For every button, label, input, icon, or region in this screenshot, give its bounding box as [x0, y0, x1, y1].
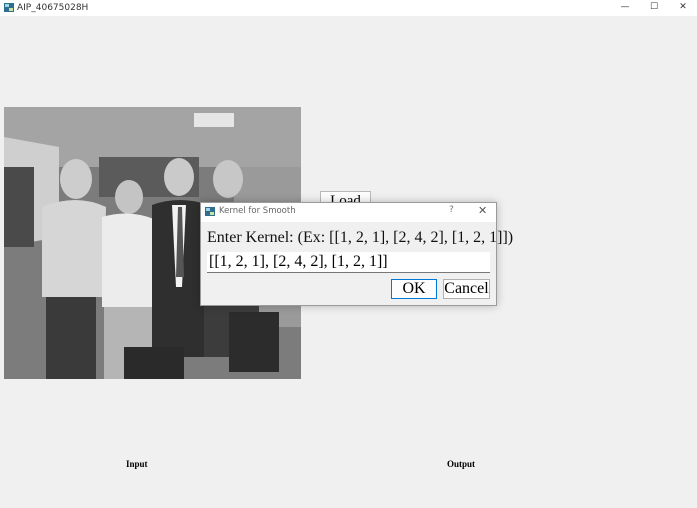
output-label: Output — [447, 459, 476, 469]
input-label: Input — [126, 459, 148, 469]
dialog-app-icon — [205, 207, 215, 216]
maximize-button[interactable]: ☐ — [640, 0, 668, 16]
minimize-button[interactable]: — — [611, 0, 639, 16]
window-title: AIP_40675028H — [17, 3, 89, 13]
kernel-dialog: Kernel for Smooth ? ✕ Enter Kernel: (Ex:… — [200, 202, 513, 306]
dialog-title: Kernel for Smooth — [219, 206, 296, 216]
kernel-prompt: Enter Kernel: (Ex: [[1, 2, 1], [2, 4, 2]… — [207, 229, 514, 246]
dialog-titlebar: Kernel for Smooth ? ✕ — [201, 203, 496, 222]
kernel-input[interactable] — [207, 252, 490, 273]
ok-button[interactable]: OK — [391, 279, 437, 299]
window-titlebar: AIP_40675028H — ☐ ✕ — [0, 0, 697, 16]
help-icon[interactable]: ? — [449, 205, 454, 215]
dialog-close-icon[interactable]: ✕ — [478, 204, 487, 217]
close-button[interactable]: ✕ — [669, 0, 697, 16]
app-icon — [4, 3, 14, 12]
cancel-button[interactable]: Cancel — [443, 279, 490, 299]
